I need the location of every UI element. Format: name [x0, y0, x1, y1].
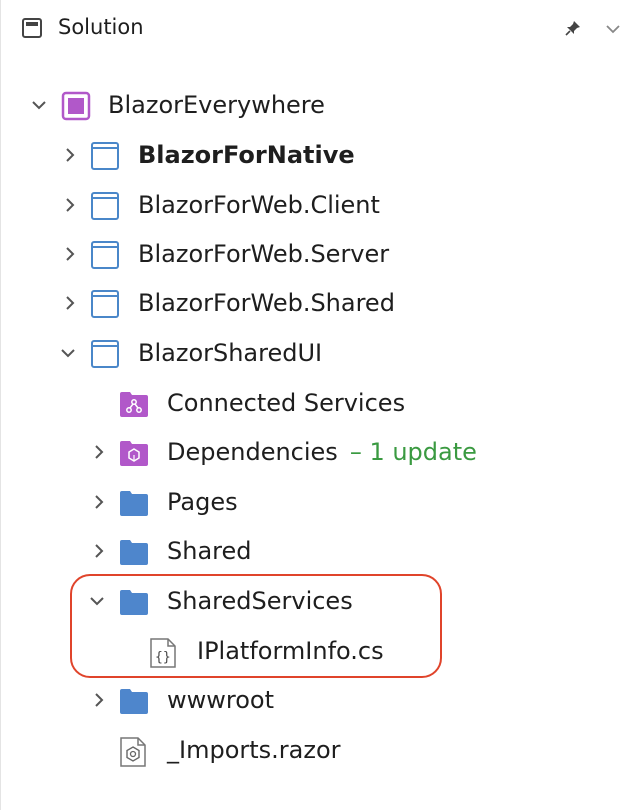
panel-title: Solution: [58, 15, 144, 39]
folder-icon: [118, 537, 150, 571]
tree-item-label: Shared: [167, 537, 252, 565]
tree-item-folder[interactable]: wwwroot: [1, 680, 621, 720]
tree-item-label: Connected Services: [167, 389, 406, 417]
tree-item-project[interactable]: BlazorForWeb.Client: [1, 185, 621, 225]
chevron-right-icon[interactable]: [91, 444, 107, 460]
tree-item-label: wwwroot: [167, 686, 275, 714]
solution-panel: Solution BlazorEverywhere BlazorForNativ…: [0, 0, 634, 810]
tree-item-label: BlazorForWeb.Client: [138, 191, 380, 219]
solution-panel-icon: [22, 18, 42, 42]
chevron-down-icon[interactable]: [605, 21, 621, 40]
chevron-right-icon[interactable]: [62, 147, 78, 163]
razor-file-icon: [118, 736, 148, 772]
panel-header: Solution: [1, 0, 634, 56]
chevron-right-icon[interactable]: [91, 494, 107, 510]
tree-item-label: Pages: [167, 488, 238, 516]
pin-icon[interactable]: [565, 20, 581, 40]
tree-item-label: BlazorSharedUI: [138, 339, 323, 367]
tree-item-label: Dependencies – 1 update: [167, 438, 477, 466]
update-badge[interactable]: – 1 update: [350, 438, 477, 466]
tree-item-connected-services[interactable]: Connected Services: [1, 383, 621, 423]
tree-item-project[interactable]: BlazorForNative: [1, 135, 621, 175]
chevron-down-icon[interactable]: [60, 345, 76, 361]
tree-item-label: BlazorForNative: [138, 141, 355, 169]
solution-icon: [61, 91, 91, 125]
project-icon: [90, 191, 120, 225]
chevron-down-icon[interactable]: [31, 97, 47, 113]
tree-item-folder[interactable]: Shared: [1, 531, 621, 571]
tree-item-project[interactable]: BlazorForWeb.Server: [1, 234, 621, 274]
project-icon: [90, 141, 120, 175]
tree-item-dependencies[interactable]: Dependencies – 1 update: [1, 432, 621, 472]
project-icon: [90, 289, 120, 323]
tree-item-project[interactable]: BlazorForWeb.Shared: [1, 283, 621, 323]
highlight-annotation: [70, 574, 442, 678]
chevron-right-icon[interactable]: [62, 197, 78, 213]
tree-item-file[interactable]: _Imports.razor: [1, 730, 621, 770]
chevron-right-icon[interactable]: [91, 692, 107, 708]
project-icon: [90, 339, 120, 373]
dependencies-icon: [118, 438, 150, 472]
folder-icon: [118, 686, 150, 720]
tree-item-project[interactable]: BlazorSharedUI: [1, 333, 621, 373]
folder-icon: [118, 488, 150, 522]
chevron-right-icon[interactable]: [62, 295, 78, 311]
chevron-right-icon[interactable]: [62, 246, 78, 262]
project-icon: [90, 240, 120, 274]
tree-item-folder[interactable]: Pages: [1, 482, 621, 522]
tree-item-label: _Imports.razor: [167, 736, 341, 764]
tree-item-solution[interactable]: BlazorEverywhere: [1, 85, 621, 125]
chevron-right-icon[interactable]: [91, 543, 107, 559]
tree-item-label: BlazorForWeb.Server: [138, 240, 390, 268]
tree-item-label: BlazorForWeb.Shared: [138, 289, 395, 317]
connected-services-icon: [118, 389, 150, 423]
tree-item-label: BlazorEverywhere: [108, 91, 325, 119]
